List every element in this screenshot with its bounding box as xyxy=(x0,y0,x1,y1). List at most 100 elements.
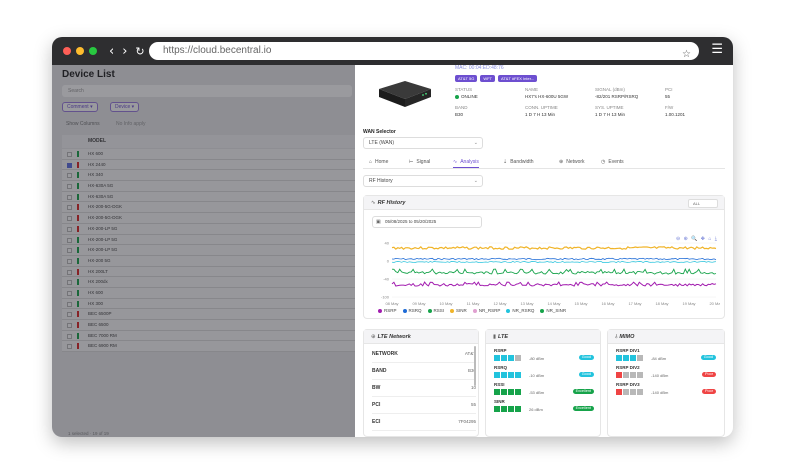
address-bar[interactable]: https://cloud.becentral.io ☆ xyxy=(149,42,699,60)
info-item: SIGNAL (dBm) -82/201 RSRP/RSRQ xyxy=(595,87,638,100)
tab-events[interactable]: ◷ Events xyxy=(601,157,624,167)
tab-network[interactable]: ⊕ Network xyxy=(559,157,585,167)
info-value-text: 55 xyxy=(665,94,671,99)
wan-selector[interactable]: LTE (WAN) ⌄ xyxy=(363,137,483,149)
legend-label: NR_SINR xyxy=(546,308,567,313)
signal-row: RSRP -80 dBm Good xyxy=(494,348,594,361)
info-item: CONN. UPTIME 1 D 7 H 13 Min xyxy=(525,105,558,118)
info-item: SYS. UPTIME 1 D 7 H 13 Min xyxy=(595,105,625,118)
signal-bar xyxy=(623,355,629,361)
info-value: 1 D 7 H 13 Min xyxy=(595,111,625,118)
tab-label: Bandwidth xyxy=(510,159,534,165)
chevron-down-icon: ⌄ xyxy=(473,140,478,146)
tab-home[interactable]: ⌂ Home xyxy=(369,157,388,167)
range-select-value: ALL xyxy=(693,201,701,206)
star-icon[interactable]: ☆ xyxy=(682,46,691,64)
tab-signal[interactable]: ⊢ Signal xyxy=(409,157,430,167)
signal-bar xyxy=(616,372,622,378)
signal-icon: ▮ xyxy=(493,334,497,340)
x-tick-label: 13 May xyxy=(520,301,533,306)
y-tick-label: -100 xyxy=(381,295,390,300)
signal-row: RSRP DIV2 -140 dBm Poor xyxy=(616,365,716,378)
history-select[interactable]: RF History ⌄ xyxy=(363,175,483,187)
info-item: BAND B30 xyxy=(455,105,468,118)
signal-bar xyxy=(515,389,521,395)
legend-item[interactable]: NR_RSRQ xyxy=(506,308,534,313)
lte-network-key: ECI xyxy=(372,419,381,425)
signal-bar xyxy=(623,389,629,395)
signal-row: RSSI -53 dBm Excellent xyxy=(494,382,594,395)
signal-bar xyxy=(501,372,507,378)
info-item: F/W 1.00.1201 xyxy=(665,105,685,118)
signal-row: RSRP DIV3 -140 dBm Poor xyxy=(616,382,716,395)
x-tick-label: 15 May xyxy=(574,301,587,306)
wan-selector-label: WAN Selector xyxy=(363,129,396,135)
lte-network-row: BW 10 xyxy=(372,380,476,397)
legend-label: NR_RSRP xyxy=(478,308,501,313)
legend-item[interactable]: NR_RSRP xyxy=(472,308,501,313)
forward-icon[interactable]: › xyxy=(122,45,127,58)
lte-network-row: NETWORK AT&T xyxy=(372,346,476,363)
close-window-button[interactable] xyxy=(63,47,71,55)
legend-item[interactable]: RSRP xyxy=(378,308,397,313)
tab-label: Events xyxy=(608,159,624,165)
legend-item[interactable]: SINR xyxy=(450,308,467,313)
signal-bar xyxy=(508,406,514,412)
maximize-window-button[interactable] xyxy=(89,47,97,55)
legend-label: RSSI xyxy=(433,308,445,313)
signal-bar xyxy=(494,372,500,378)
y-tick-label: 40 xyxy=(385,241,390,246)
signal-name: RSRQ xyxy=(494,365,508,370)
calendar-icon: ▣ xyxy=(376,219,381,225)
signal-bar xyxy=(515,372,521,378)
browser-window: ‹ › ↻ https://cloud.becentral.io ☆ ☰ Dev… xyxy=(52,37,733,437)
menu-icon[interactable]: ☰ xyxy=(711,42,723,57)
tab-icon: ∿ xyxy=(453,159,458,165)
signal-bar xyxy=(616,355,622,361)
signal-bar xyxy=(637,389,643,395)
history-select-value: RF History xyxy=(369,178,393,184)
signal-row: SINR 26 dBm Excellent xyxy=(494,399,594,412)
lte-network-key: BW xyxy=(372,385,381,391)
y-tick-label: -40 xyxy=(383,277,390,282)
legend-swatch xyxy=(427,308,432,313)
info-value-text: 1.00.1201 xyxy=(665,112,686,117)
nr-rsrp-series xyxy=(391,261,717,263)
scrollbar[interactable] xyxy=(474,346,476,386)
info-value: 1 D 7 H 13 Min xyxy=(525,111,558,118)
legend-label: SINR xyxy=(456,308,467,313)
detail-tabs: ⌂ Home ⊢ Signal ∿ Analysis ⇣ Bandwidth ⊕ Network ◷… xyxy=(363,157,725,169)
quality-badge: Good xyxy=(578,372,594,377)
signal-value: -140 dBm xyxy=(651,373,669,378)
legend-item[interactable]: RSSI xyxy=(427,308,445,313)
minimize-window-button[interactable] xyxy=(76,47,84,55)
tab-bandwidth[interactable]: ⇣ Bandwidth xyxy=(503,157,534,167)
info-value-text: B30 xyxy=(455,112,464,117)
lte-network-key: BAND xyxy=(372,368,387,374)
rf-history-chart: 40 0 -40 -10008 May 09 May 10 May 11 May 12 May… xyxy=(381,241,720,306)
signal-bar xyxy=(501,406,507,412)
signal-bar xyxy=(494,389,500,395)
reload-icon[interactable]: ↻ xyxy=(135,46,144,57)
legend-item[interactable]: NR_SINR xyxy=(540,308,566,313)
range-select[interactable]: ALL xyxy=(688,199,718,208)
tab-analysis[interactable]: ∿ Analysis xyxy=(453,157,479,168)
x-tick-label: 10 May xyxy=(439,301,452,306)
mimo-card: ⫰ MIMO RSRP DIV1 -84 dBm Good RSRP DIV2 -140 … xyxy=(607,329,725,437)
modal-overlay[interactable] xyxy=(52,65,355,437)
rf-history-header: ∿ RF History xyxy=(364,196,724,210)
info-value: ONLINE xyxy=(455,93,478,100)
info-value: B30 xyxy=(455,111,468,118)
legend-item[interactable]: RSRQ xyxy=(402,308,422,313)
signal-bar xyxy=(630,389,636,395)
signal-name: RSRP DIV1 xyxy=(616,348,640,353)
back-icon[interactable]: ‹ xyxy=(109,45,114,58)
x-tick-label: 19 May xyxy=(682,301,695,306)
mac-address: MAC: 00:04:ED:48:76 xyxy=(455,65,504,71)
info-item: NAME HX7's HX-600U 5GW xyxy=(525,87,568,100)
lte-network-title: LTE Network xyxy=(377,334,411,340)
rf-history-title: RF History xyxy=(377,200,406,206)
date-range-picker[interactable]: ▣ 05/08/2025 to 05/20/2025 xyxy=(372,216,482,228)
lte-network-key: PCI xyxy=(372,402,381,408)
legend-swatch xyxy=(506,308,511,313)
